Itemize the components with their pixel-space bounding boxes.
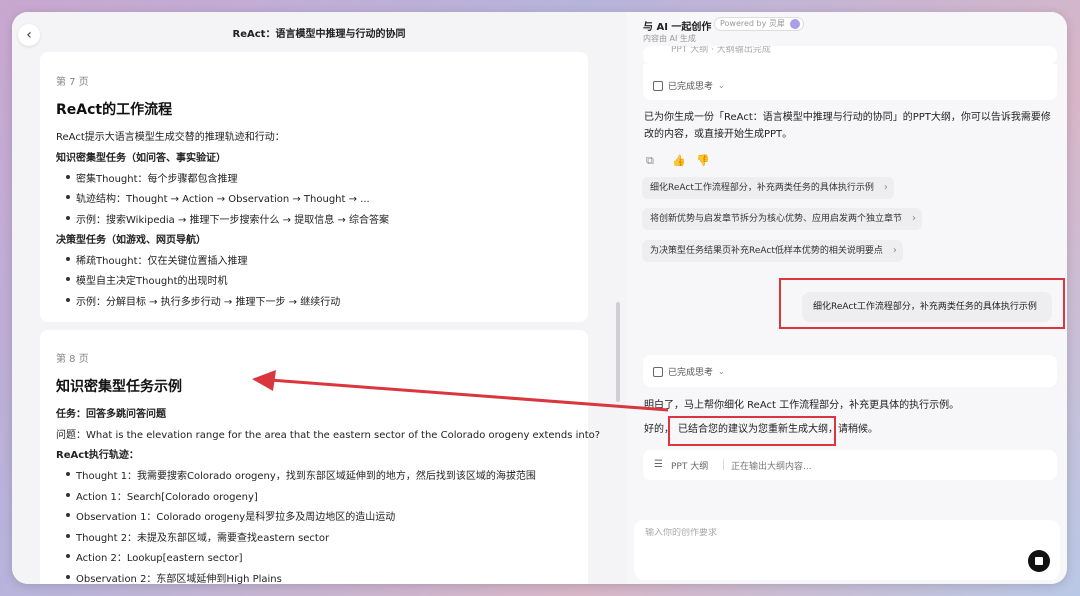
stop-button[interactable] (1028, 550, 1050, 572)
assistant-reply-1: 已为你生成一份「ReAct：语言模型中推理与行动的协同」的PPT大纲，你可以告诉… (644, 112, 1051, 140)
suggestion-chip[interactable]: 将创新优势与启发章节拆分为核心优势、应用启发两个独立章节 › (642, 208, 923, 230)
previous-outline-text: PPT 大纲 · 大纲输出完成 (671, 46, 771, 55)
highlighted-text: 已结合您的建议为您重新生成大纲， (678, 424, 838, 435)
suggestion-text: 为决策型任务结果页补充ReAct低样本优势的相关说明要点 (650, 246, 883, 256)
suggestion-text: 将创新优势与启发章节拆分为核心优势、应用启发两个独立章节 (650, 214, 903, 224)
section-title: 决策型任务（如游戏、网页导航） (56, 235, 206, 246)
assistant-pane: 与 AI 一起创作 Powered by 灵犀 内容由 AI 生成 PPT 大纲… (626, 12, 1067, 584)
prompt-input[interactable] (645, 528, 945, 538)
bullet-item: 轨迹结构：Thought → Action → Observation → Th… (66, 190, 370, 205)
assistant-reply-2-line2: 好的， 已结合您的建议为您重新生成大纲，请稍候。 (644, 424, 878, 435)
thought-panel-2[interactable]: 已完成思考 ⌄ (643, 355, 1057, 387)
suggestion-chip[interactable]: 细化ReAct工作流程部分，补充两类任务的具体执行示例 › (642, 177, 894, 199)
assistant-title: 与 AI 一起创作 (643, 22, 712, 33)
suggestion-text: 细化ReAct工作流程部分，补充两类任务的具体执行示例 (650, 183, 874, 193)
user-message: 细化ReAct工作流程部分，补充两类任务的具体执行示例 (802, 292, 1052, 322)
document-pane: ‹ ReAct：语言模型中推理与行动的协同 第 7 页 ReAct的工作流程 R… (12, 12, 626, 584)
outline-label: PPT 大纲 (671, 462, 709, 472)
thumbs-up-icon[interactable]: 👍 (672, 154, 686, 167)
outline-status: 正在输出大纲内容... (731, 462, 812, 472)
page-heading: ReAct的工作流程 (56, 102, 173, 118)
trace-item: Thought 1：我需要搜索Colorado orogeny，找到东部区域延伸… (66, 467, 536, 482)
page-heading: 知识密集型任务示例 (56, 379, 182, 395)
bullet-item: 密集Thought：每个步骤都包含推理 (66, 170, 238, 185)
chevron-down-icon: ⌄ (718, 367, 725, 376)
previous-outline-row[interactable]: PPT 大纲 · 大纲输出完成 (643, 46, 1057, 64)
divider (723, 459, 724, 470)
ppt-outline-row[interactable]: ☰ PPT 大纲 正在输出大纲内容... (643, 450, 1057, 480)
trace-item: Action 2：Lookup[eastern sector] (66, 549, 243, 564)
thought-done-label: 已完成思考 (668, 368, 714, 378)
thought-done-label: 已完成思考 (668, 82, 714, 92)
page-label: 第 8 页 (56, 354, 89, 365)
suggestion-chip[interactable]: 为决策型任务结果页补充ReAct低样本优势的相关说明要点 › (642, 240, 903, 262)
bullet-item: 示例：分解目标 → 执行多步行动 → 推理下一步 → 继续行动 (65, 293, 340, 308)
thought-panel-1[interactable]: 已完成思考 ⌄ (643, 64, 1057, 100)
page-card-7: 第 7 页 ReAct的工作流程 ReAct提示大语言模型生成交替的推理轨迹和行… (40, 52, 588, 322)
bullet-item: 示例：搜索Wikipedia → 推理下一步搜索什么 → 提取信息 → 综合答案 (66, 211, 389, 226)
ai-generated-note: 内容由 AI 生成 (643, 34, 696, 43)
chevron-right-icon: › (912, 213, 917, 224)
trace-item: Action 1：Search[Colorado orogeny] (66, 488, 258, 503)
section-title: 知识密集型任务（如问答、事实验证） (56, 153, 226, 164)
trace-item: Thought 2：未提及东部区域，需要查找eastern sector (65, 529, 329, 544)
trace-item: Observation 1：Colorado orogeny是科罗拉多及周边地区… (65, 508, 395, 523)
document-title: ReAct：语言模型中推理与行动的协同 (232, 29, 406, 40)
thought-icon (653, 366, 663, 377)
task-line: 任务：回答多跳问答问题 (56, 409, 166, 420)
page-label: 第 7 页 (56, 77, 89, 88)
page-card-8: 第 8 页 知识密集型任务示例 任务：回答多跳问答问题 问题：What is t… (40, 330, 600, 584)
document-topbar: ‹ ReAct：语言模型中推理与行动的协同 (12, 12, 626, 52)
prompt-input-box[interactable] (634, 520, 1060, 580)
document-scrollbar[interactable] (616, 302, 620, 402)
trace-title: ReAct执行轨迹： (56, 450, 139, 461)
bullet-item: 模型自主决定Thought的出现时机 (66, 272, 228, 287)
bullet-item: 稀疏Thought：仅在关键位置插入推理 (66, 252, 248, 267)
app-window: ‹ ReAct：语言模型中推理与行动的协同 第 7 页 ReAct的工作流程 R… (12, 12, 1067, 584)
copy-icon[interactable]: ⧉ (646, 154, 654, 168)
assistant-reply-2-line1: 明白了，马上帮你细化 ReAct 工作流程部分，补充更具体的执行示例。 (644, 400, 960, 411)
powered-by-badge: Powered by 灵犀 (714, 17, 804, 31)
thought-icon (653, 80, 663, 91)
chevron-down-icon: ⌄ (718, 81, 725, 90)
chevron-right-icon: › (892, 245, 897, 256)
list-icon: ☰ (654, 459, 663, 470)
page-intro: ReAct提示大语言模型生成交替的推理轨迹和行动： (56, 132, 285, 143)
trace-item: Observation 2：东部区域延伸到High Plains (66, 570, 282, 584)
question-line: 问题：What is the elevation range for the a… (56, 430, 601, 441)
thumbs-down-icon[interactable]: 👎 (696, 154, 710, 167)
chevron-right-icon: › (883, 182, 888, 193)
